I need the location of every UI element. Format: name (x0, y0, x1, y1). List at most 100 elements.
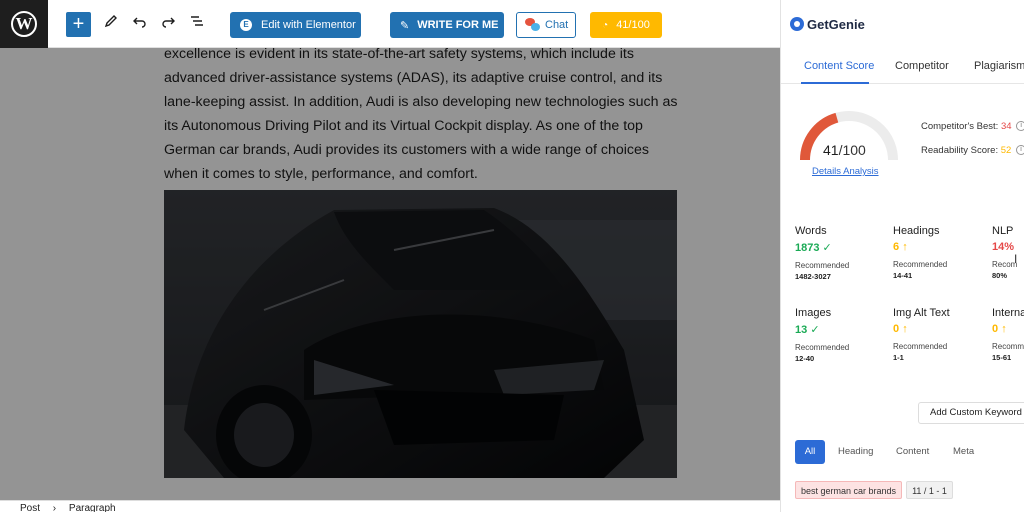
score-gauge-svg (800, 111, 898, 161)
readability-label: Readability Score: (921, 145, 999, 156)
gauge-icon: ◔ (602, 19, 609, 31)
wordpress-logo-button[interactable]: W (0, 0, 48, 48)
audi-car-image (164, 190, 677, 478)
list-view-icon[interactable] (188, 14, 206, 34)
competitors-best-label: Competitor's Best: (921, 121, 999, 132)
tab-competitor[interactable]: Competitor (895, 60, 949, 72)
arrow-up-icon: ↑ (1001, 323, 1007, 335)
stat-value: 6 ↑ (893, 241, 983, 253)
score-readout: 41/100 (823, 142, 866, 158)
car-image-block[interactable] (164, 190, 677, 478)
stat-recommended-label: Recommended (893, 260, 948, 269)
competitors-best-value: 34 (1000, 121, 1012, 132)
stat-value-text: 13 (795, 324, 808, 336)
readability-value: 52 (1000, 145, 1012, 156)
getgenie-tabs: Content Score Competitor Plagiarism (781, 48, 1024, 84)
getgenie-sidebar: GetGenie Content Score Competitor Plagia… (780, 0, 1024, 512)
details-analysis-link[interactable]: Details Analysis (812, 166, 879, 177)
getgenie-title: GetGenie (807, 16, 865, 32)
arrow-up-icon: ↑ (902, 323, 908, 335)
breadcrumb-post[interactable]: Post (20, 503, 40, 512)
check-icon: ✓ (822, 242, 832, 254)
undo-icon-svg (133, 17, 146, 28)
write-for-me-label: WRITE FOR ME (417, 19, 499, 31)
undo-icon[interactable] (131, 14, 149, 34)
keyword-count: 11 / 1 - 1 (906, 481, 953, 499)
paragraph-line: lane-keeping assist. In addition, Audi i… (164, 94, 678, 110)
redo-icon[interactable] (159, 14, 177, 34)
stat-value-text: 1873 (795, 242, 820, 254)
editor-toolbar: W + E Edit with Elementor ✎ WRITE FOR ME… (0, 0, 780, 48)
chat-button[interactable]: Chat (516, 12, 576, 38)
info-icon[interactable]: i (1016, 121, 1024, 132)
stat-label: Img Alt Text (893, 307, 950, 319)
stat-recommended-label: Recommended (795, 261, 850, 270)
app-root: W + E Edit with Elementor ✎ WRITE FOR ME… (0, 0, 1024, 512)
filter-meta[interactable]: Meta (953, 440, 974, 464)
paragraph-line: German car brands, Audi provides its cus… (164, 142, 649, 158)
stat-range: 12-40 (795, 354, 815, 363)
stat-label: Interna (992, 307, 1024, 319)
stat-recommended-label: Recommended (992, 342, 1024, 351)
stat-range: 80% (992, 271, 1008, 280)
paragraph-block[interactable]: excellence is evident in its state-of-th… (164, 48, 684, 186)
stat-label: Images (795, 307, 832, 319)
wordpress-icon: W (11, 11, 37, 37)
stat-range: 15-61 (992, 353, 1012, 362)
edit-with-elementor-label: Edit with Elementor (261, 19, 356, 31)
edit-with-elementor-button[interactable]: E Edit with Elementor (230, 12, 361, 38)
content-score-button[interactable]: ◔ 41/100 (590, 12, 662, 38)
stat-value: 0 ↑ (893, 323, 983, 335)
pencil-icon[interactable] (102, 14, 120, 34)
arrow-up-icon: ↑ (902, 241, 908, 253)
readability-score: Readability Score: 52 i (921, 145, 1024, 156)
filter-content[interactable]: Content (896, 440, 929, 464)
tab-plagiarism[interactable]: Plagiarism (974, 60, 1024, 72)
paragraph-line: advanced driver-assistance systems (ADAS… (164, 70, 663, 86)
filter-heading[interactable]: Heading (838, 440, 873, 464)
chat-bubble-icon (523, 18, 541, 32)
stat-value-text: 0 (992, 323, 999, 335)
pencil-icon-svg (104, 15, 117, 28)
info-icon[interactable]: i (1015, 145, 1024, 156)
stat-range: 1-1 (893, 353, 904, 362)
getgenie-header: GetGenie (781, 0, 1024, 48)
stat-range: 14-41 (893, 271, 913, 280)
block-breadcrumb: Post › Paragraph (0, 500, 780, 512)
add-block-button[interactable]: + (66, 12, 91, 37)
stat-range: 1482-3027 (795, 272, 831, 281)
stat-img-alt-text: Img Alt Text 0 ↑ Recommended 1-1 (893, 307, 983, 362)
paragraph-line: its Autonomous Driving Pilot and its Vir… (164, 118, 643, 134)
list-view-icon-svg (191, 16, 203, 26)
editor-canvas[interactable]: excellence is evident in its state-of-th… (0, 48, 780, 500)
tab-content-score[interactable]: Content Score (804, 60, 874, 72)
breadcrumb-separator: › (52, 503, 57, 512)
stat-value-text: 6 (893, 241, 900, 253)
add-custom-keyword-button[interactable]: Add Custom Keyword (918, 402, 1024, 424)
write-for-me-button[interactable]: ✎ WRITE FOR ME (390, 12, 504, 38)
score-gauge (795, 104, 903, 168)
stat-label: NLP (992, 225, 1014, 237)
breadcrumb-paragraph[interactable]: Paragraph (69, 503, 116, 512)
stat-words: Words 1873 ✓ Recommended 1482-3027 (795, 225, 885, 281)
stat-value: 1873 ✓ (795, 241, 885, 254)
stat-value-text: 14% (992, 241, 1015, 253)
paragraph-line: when it comes to style, performance, and… (164, 166, 478, 182)
chat-label: Chat (545, 19, 569, 31)
score-max: /100 (838, 142, 866, 158)
stat-value: 0 ↑ (992, 323, 1024, 335)
stat-recommended-label: Recommended (893, 342, 948, 351)
stat-headings: Headings 6 ↑ Recommended 14-41 (893, 225, 983, 280)
redo-icon-svg (162, 17, 175, 28)
text-cursor-icon: I (1014, 252, 1018, 266)
stat-images: Images 13 ✓ Recommended 12-40 (795, 307, 885, 363)
keyword-tag[interactable]: best german car brands (795, 481, 903, 499)
competitors-best: Competitor's Best: 34 i (921, 121, 1024, 132)
stat-value-text: 0 (893, 323, 900, 335)
filter-all[interactable]: All (795, 440, 825, 464)
check-icon: ✓ (810, 324, 820, 336)
paragraph-line: excellence is evident in its state-of-th… (164, 48, 634, 62)
score-value: 41 (823, 142, 839, 158)
active-tab-indicator (801, 82, 869, 84)
getgenie-logo-icon (790, 17, 804, 31)
